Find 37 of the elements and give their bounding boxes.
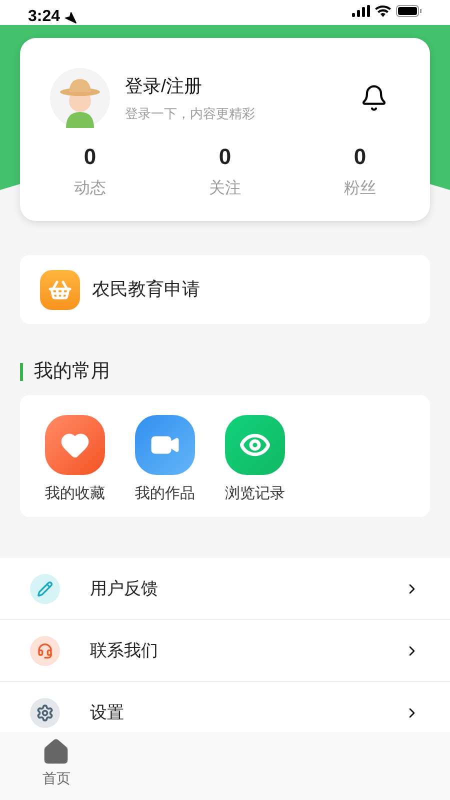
shortcut-label: 我的作品 [135,484,195,504]
stat-label: 动态 [74,178,106,199]
stat-value: 0 [84,143,96,171]
eye-icon [225,415,285,475]
shortcut-item[interactable]: 我的作品 [130,415,200,506]
avatar [50,68,110,128]
video-camera-icon [135,415,195,475]
pencil-icon [30,574,60,604]
signal-icon [352,5,370,17]
headset-icon [30,636,60,666]
home-icon [42,738,70,766]
stat-label: 粉丝 [344,179,376,199]
heart-icon [45,415,105,475]
farmer-education-card[interactable]: 农民教育申请 [20,255,430,324]
menu-label: 用户反馈 [90,578,158,600]
stat-value: 0 [354,143,366,171]
shortcut-item[interactable]: 浏览记录 [220,415,290,506]
login-subtitle: 登录一下，内容更精彩 [125,104,255,123]
stat-label: 关注 [209,178,241,199]
status-time: 3:24 [28,7,60,27]
basket-icon [40,270,80,310]
menu-row[interactable]: 用户反馈 [0,558,450,620]
battery-icon [396,5,422,17]
menu-label: 设置 [90,702,124,724]
menu-row[interactable]: 联系我们 [0,620,450,682]
notification-bell-icon[interactable] [360,84,388,112]
section-title: 我的常用 [34,360,110,384]
menu-label: 联系我们 [90,640,158,662]
shortcut-label: 浏览记录 [225,484,285,504]
shortcut-label: 我的收藏 [45,484,105,504]
stat-value: 0 [218,143,232,171]
tab-item[interactable]: 首页 [0,732,112,800]
shortcut-item[interactable]: 我的收藏 [40,415,110,506]
login-title[interactable]: 登录/注册 [125,72,255,100]
wifi-icon [375,5,391,17]
farmer-education-label: 农民教育申请 [92,278,200,301]
settings-icon [30,698,60,728]
